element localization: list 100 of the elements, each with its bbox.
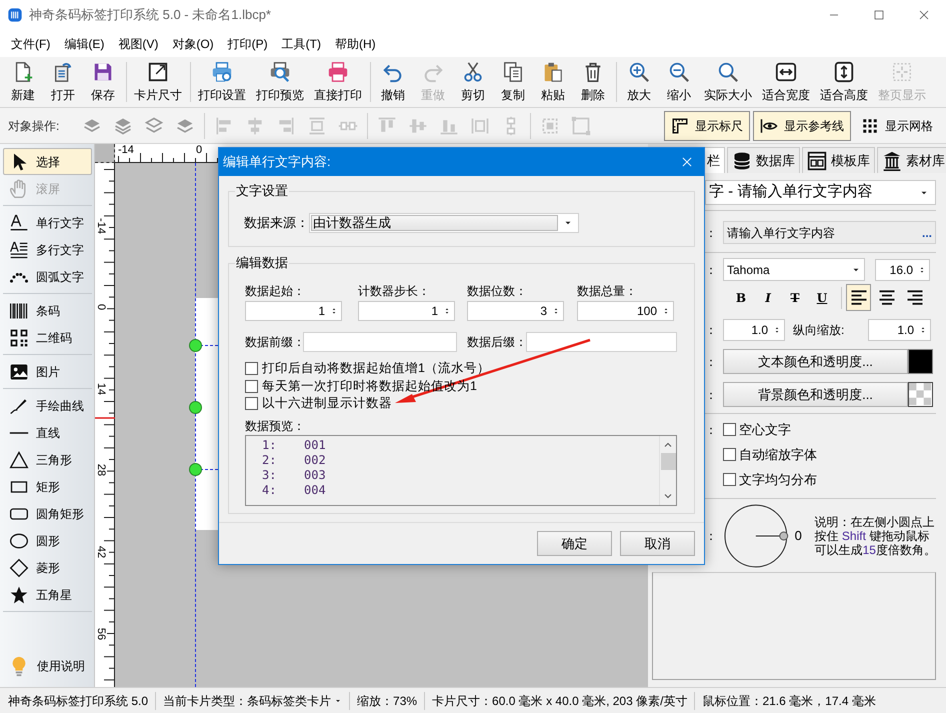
align-icon[interactable] [306, 116, 327, 136]
toolbar-button[interactable]: 直接打印 [309, 59, 367, 105]
tool-button[interactable]: 圆弧文字 [3, 263, 92, 290]
menu-item[interactable]: 对象(O) [165, 34, 221, 52]
toggle-button[interactable]: 显示参考线 [753, 110, 851, 140]
checkbox[interactable] [723, 423, 736, 436]
help-button[interactable]: 使用说明 [3, 651, 92, 681]
tool-button[interactable]: 圆形 [3, 527, 92, 554]
menu-item[interactable]: 文件(F) [4, 34, 58, 52]
object-dropdown[interactable]: 字 - 请输入单行文字内容 [705, 180, 936, 205]
panel-tab[interactable]: 模板库 [802, 147, 875, 173]
toolbar-button[interactable]: 卡片尺寸 [129, 59, 187, 105]
toolbar-button[interactable]: 打印预览 [251, 59, 309, 105]
toolbar-button[interactable]: 粘贴 [533, 59, 573, 105]
input-field[interactable] [303, 332, 457, 352]
tool-button[interactable]: 菱形 [3, 554, 92, 581]
ruler-corner [95, 144, 115, 163]
toolbar-button[interactable]: 实际大小 [699, 59, 757, 105]
number-spinner[interactable]: 1 [358, 301, 455, 321]
tool-button[interactable]: 矩形 [3, 473, 92, 500]
group-icon[interactable] [570, 116, 591, 136]
panel-tab[interactable]: 素材库 [877, 147, 946, 173]
scissors-icon [462, 60, 484, 82]
menu-item[interactable]: 帮助(H) [328, 34, 383, 52]
style-button[interactable]: T [783, 286, 807, 310]
style-button[interactable]: B [729, 286, 753, 310]
number-spinner[interactable]: 1.0 [723, 318, 785, 340]
layers-icon[interactable] [112, 116, 133, 136]
number-spinner[interactable]: 16.0 [875, 258, 930, 280]
tool-button[interactable]: 单行文字 [3, 209, 92, 236]
field-label: 数据位数： [467, 283, 528, 299]
field-label: 数据来源： [244, 214, 309, 232]
grid-icon [861, 116, 879, 134]
tool-button[interactable]: 图片 [3, 358, 92, 385]
toolbar-button[interactable]: 剪切 [453, 59, 493, 105]
ruler-label: -14 [118, 144, 135, 156]
menu-item[interactable]: 编辑(E) [57, 34, 112, 52]
tool-button[interactable]: 三角形 [3, 446, 92, 473]
toggle-button[interactable]: 显示标尺 [664, 110, 750, 140]
text-field[interactable]: 请输入单行文字内容 ... [723, 221, 936, 244]
scroll-thumb[interactable] [660, 452, 676, 470]
toolbar-button[interactable]: 复制 [493, 59, 533, 105]
color-button[interactable]: 文本颜色和透明度... [723, 349, 908, 374]
toolbar-button[interactable]: 适合宽度 [757, 59, 815, 105]
checkbox[interactable] [723, 448, 736, 461]
dialog-button[interactable]: 取消 [620, 531, 695, 556]
font-dropdown[interactable]: Tahoma [723, 258, 865, 281]
resize-handle[interactable] [189, 401, 202, 414]
star-icon [9, 584, 29, 604]
toolbar-button[interactable]: 打开 [43, 59, 83, 105]
tool-button[interactable]: 条码 [3, 297, 92, 324]
zoom-out-icon [668, 60, 690, 82]
toolbar-button[interactable]: 打印设置 [193, 59, 251, 105]
source-dropdown[interactable]: 由计数器生成 [309, 213, 579, 233]
toolbar-button[interactable]: 缩小 [659, 59, 699, 105]
tool-button[interactable]: 圆角矩形 [3, 500, 92, 527]
layers-icon[interactable] [144, 116, 164, 136]
angle-value: 0 [794, 527, 803, 546]
number-spinner[interactable]: 3 [467, 301, 564, 321]
close-icon[interactable] [680, 155, 694, 169]
toolbar-button[interactable]: 放大 [619, 59, 659, 105]
preview-value: 002 [304, 452, 326, 468]
checkbox[interactable] [723, 473, 736, 486]
menu-item[interactable]: 工具(T) [274, 34, 328, 52]
resize-handle[interactable] [189, 339, 202, 352]
number-spinner[interactable]: 1 [245, 301, 342, 321]
toolbar-button[interactable]: 保存 [83, 59, 123, 105]
line-icon [9, 432, 29, 434]
dialog-button[interactable]: 确定 [537, 531, 612, 556]
preview-value: 001 [304, 438, 326, 452]
toggle-button[interactable]: 显示网格 [854, 110, 940, 140]
number-spinner[interactable]: 100 [577, 301, 674, 321]
input-field[interactable] [526, 332, 677, 352]
align-left-button[interactable] [846, 284, 871, 311]
resize-handle[interactable] [189, 463, 202, 476]
tool-button[interactable]: 手绘曲线 [3, 392, 92, 419]
color-button[interactable]: 背景颜色和透明度... [723, 382, 908, 407]
tool-button[interactable]: 五角星 [3, 581, 92, 608]
card-type-dropdown[interactable]: 当前卡片类型：条码标签类卡片 [156, 692, 350, 710]
tool-button[interactable]: 直线 [3, 419, 92, 446]
style-button[interactable]: U [810, 286, 834, 310]
checkbox[interactable] [245, 380, 258, 393]
toolbar-button[interactable]: 新建 [3, 59, 43, 105]
number-spinner[interactable]: 1.0 [868, 318, 931, 340]
toolbar-button[interactable]: 适合高度 [815, 59, 873, 105]
tool-button[interactable]: 选择 [3, 148, 92, 175]
tool-button[interactable]: 多行文字 [3, 236, 92, 263]
panel-tab[interactable]: 数据库 [727, 147, 800, 173]
scrollbar[interactable] [659, 436, 676, 504]
menu-item[interactable]: 打印(P) [220, 34, 275, 52]
toolbar-button[interactable]: 删除 [573, 59, 613, 105]
transparency-swatch [908, 382, 933, 407]
checkbox[interactable] [245, 397, 258, 410]
menu-item[interactable]: 视图(V) [111, 34, 166, 52]
checkbox[interactable] [245, 362, 258, 376]
toolbar-button[interactable]: 撤销 [373, 59, 413, 105]
database-icon [732, 150, 752, 170]
search-icon [717, 60, 739, 82]
style-button[interactable]: I [756, 286, 780, 310]
tool-button[interactable]: 二维码 [3, 324, 92, 351]
